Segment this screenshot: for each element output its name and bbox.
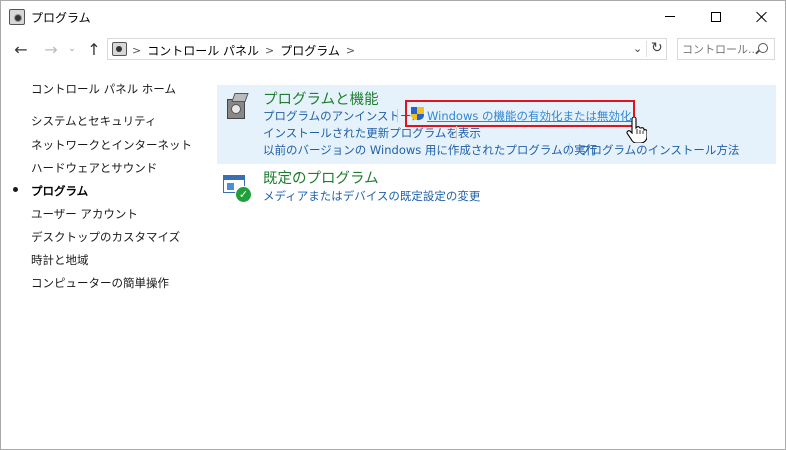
maximize-button[interactable] [693,1,739,32]
address-bar[interactable]: > コントロール パネル > プログラム > ⌄ ↻ [107,38,667,60]
breadcrumb-separator[interactable]: > [265,44,274,57]
control-panel-icon [112,42,127,56]
sidebar-item-desktop-customize[interactable]: デスクトップのカスタマイズ [31,229,180,245]
breadcrumb-separator[interactable]: > [346,44,355,57]
hand-cursor-icon [626,117,647,143]
address-dropdown-button[interactable]: ⌄ [633,42,642,55]
sidebar-item-clock-region[interactable]: 時計と地域 [31,252,89,268]
close-icon [756,11,768,23]
link-separator [569,143,570,156]
control-panel-icon [9,9,25,25]
media-device-defaults-link[interactable]: メディアまたはデバイスの既定設定の変更 [263,188,480,204]
minimize-button[interactable] [647,1,693,32]
minimize-icon [665,16,675,17]
compatibility-link[interactable]: 以前のバージョンの Windows 用に作成されたプログラムの実行 [263,142,597,158]
sidebar-item-ease-of-access[interactable]: コンピューターの簡単操作 [31,275,169,291]
sidebar-item-system-security[interactable]: システムとセキュリティ [31,113,156,129]
window-title: プログラム [31,11,91,25]
highlight-frame [405,100,635,127]
uninstall-program-link[interactable]: プログラムのアンインストール [263,108,423,124]
breadcrumb: > コントロール パネル > プログラム > [132,42,355,59]
navigation-bar: ← → ⌄ ↑ > コントロール パネル > プログラム > ⌄ ↻ [1,32,785,66]
sidebar-item-network[interactable]: ネットワークとインターネット [31,137,192,153]
sidebar-item-control-panel-home[interactable]: コントロール パネル ホーム [31,81,176,97]
link-separator [397,109,398,122]
active-bullet-icon [13,187,18,192]
maximize-icon [711,11,721,22]
back-button[interactable]: ← [11,40,31,59]
breadcrumb-programs[interactable]: プログラム [280,42,340,59]
programs-features-title[interactable]: プログラムと機能 [263,88,379,109]
installed-updates-link[interactable]: インストールされた更新プログラムを表示 [263,125,481,141]
sidebar-item-hardware-sound[interactable]: ハードウェアとサウンド [31,160,157,176]
address-divider [646,41,647,57]
title-bar: プログラム [1,1,785,32]
search-box[interactable] [677,38,775,60]
search-input[interactable] [682,41,756,57]
how-to-install-link[interactable]: プログラムのインストール方法 [579,142,739,158]
link-separator [456,126,457,139]
close-button[interactable] [739,1,785,32]
breadcrumb-control-panel[interactable]: コントロール パネル [147,42,259,59]
search-icon[interactable] [758,43,768,53]
refresh-button[interactable]: ↻ [651,40,663,56]
sidebar-item-programs[interactable]: プログラム [31,183,88,199]
default-programs-icon: ✓ [221,173,253,203]
sidebar-item-user-accounts[interactable]: ユーザー アカウント [31,206,138,222]
programs-features-icon [225,93,249,121]
control-panel-window: プログラム ← → ⌄ ↑ > コントロール パネル > プログラム > ⌄ ↻ [0,0,786,450]
up-button[interactable]: ↑ [85,40,103,59]
recent-locations-button[interactable]: ⌄ [65,40,79,58]
default-programs-title[interactable]: 既定のプログラム [263,167,379,188]
forward-button[interactable]: → [41,40,61,59]
breadcrumb-separator[interactable]: > [132,44,141,57]
